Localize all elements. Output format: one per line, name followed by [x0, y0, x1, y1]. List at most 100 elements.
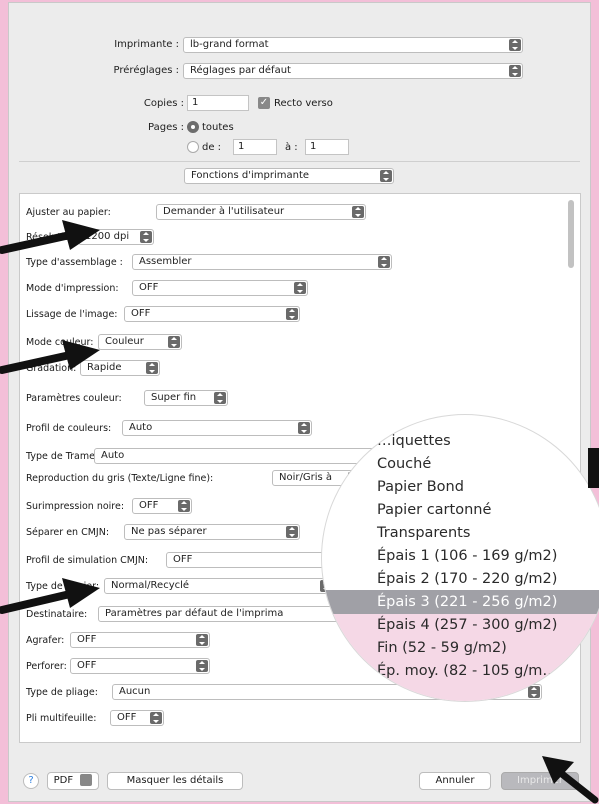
setting-value: Ne pas séparer [131, 526, 207, 537]
paper-type-menu-item[interactable]: Papier cartonné [377, 502, 491, 518]
paper-type-menu-item[interactable]: Papier Bond [377, 479, 464, 495]
duplex-checkbox[interactable]: ✓ [258, 97, 270, 109]
setting-value: Noir/Gris à [279, 472, 333, 483]
popup-stepper-icon [196, 660, 208, 672]
setting-popup[interactable]: OFF [70, 632, 210, 648]
setting-popup[interactable]: OFF [70, 658, 210, 674]
setting-popup[interactable]: Auto [94, 448, 384, 464]
copies-field[interactable]: 1 [187, 95, 249, 111]
setting-value: Assembler [139, 256, 192, 267]
setting-label: Type de pliage: [26, 687, 98, 698]
popup-stepper-icon [146, 362, 158, 374]
popup-stepper-icon [178, 500, 190, 512]
setting-popup[interactable]: Couleur [98, 334, 182, 350]
setting-label: Lissage de l'image: [26, 309, 118, 320]
setting-popup[interactable]: OFF [132, 498, 192, 514]
popup-stepper-icon [168, 336, 180, 348]
setting-label: Perforer: [26, 661, 67, 672]
setting-value: Demander à l'utilisateur [163, 206, 285, 217]
setting-value: OFF [77, 634, 97, 645]
setting-popup[interactable]: OFF [124, 306, 300, 322]
paper-type-menu-item[interactable]: Couché [377, 456, 431, 472]
setting-popup[interactable]: Auto [122, 420, 312, 436]
setting-value: OFF [173, 554, 193, 565]
setting-label: Paramètres couleur: [26, 393, 122, 404]
cancel-button[interactable]: Annuler [419, 772, 491, 790]
pages-label: Pages : [148, 122, 184, 133]
paper-type-menu-item[interactable]: Fin (52 - 59 g/m2) [377, 640, 507, 656]
popup-stepper-icon [214, 392, 226, 404]
pages-from-field[interactable]: 1 [233, 139, 277, 155]
paper-type-menu-item[interactable]: …iquettes [377, 433, 451, 449]
setting-label: Type de Trame: [26, 451, 99, 462]
pages-all-radio[interactable] [187, 121, 199, 133]
pages-range-radio[interactable] [187, 141, 199, 153]
setting-value: OFF [139, 282, 159, 293]
setting-label: Pli multifeuille: [26, 713, 97, 724]
pdf-dropdown-icon [80, 774, 93, 786]
section-popup-value: Fonctions d'imprimante [191, 170, 310, 181]
setting-value: Auto [129, 422, 153, 433]
setting-label: Ajuster au papier: [26, 207, 111, 218]
setting-popup[interactable]: Demander à l'utilisateur [156, 204, 366, 220]
setting-value: Aucun [119, 686, 151, 697]
popup-stepper-icon [378, 256, 390, 268]
arrow-pointer-icon [0, 340, 100, 374]
arrow-pointer-icon [0, 578, 100, 614]
setting-label: Reproduction du gris (Texte/Ligne fine): [26, 473, 214, 484]
popup-stepper-icon [298, 422, 310, 434]
popup-stepper-icon [294, 282, 306, 294]
setting-label: Profil de couleurs: [26, 423, 112, 434]
setting-value: OFF [131, 308, 151, 319]
paper-type-magnifier: …iquettes Couché Papier Bond Papier cartonn… [322, 415, 599, 701]
pages-from-label: de : [202, 142, 222, 153]
arrow-pointer-icon [542, 756, 599, 804]
setting-label: Agrafer: [26, 635, 65, 646]
paper-type-menu-item[interactable]: Ép. moy. (82 - 105 g/m… [377, 663, 557, 679]
duplex-label: Recto verso [274, 98, 333, 109]
popup-stepper-icon [140, 231, 152, 243]
section-popup[interactable]: Fonctions d'imprimante [184, 168, 394, 184]
pages-all-label: toutes [202, 122, 234, 133]
popup-stepper-icon [380, 170, 392, 182]
hide-details-button[interactable]: Masquer les détails [107, 772, 243, 790]
popup-stepper-icon [286, 308, 298, 320]
setting-popup[interactable]: Normal/Recyclé [104, 578, 334, 594]
paper-type-menu-item[interactable]: Épais 1 (106 - 169 g/m2) [377, 548, 557, 564]
setting-label: Séparer en CMJN: [26, 527, 110, 538]
scrollbar-thumb[interactable] [568, 200, 574, 268]
setting-value: OFF [139, 500, 159, 511]
setting-value: OFF [117, 712, 137, 723]
pages-to-field[interactable]: 1 [305, 139, 349, 155]
paper-type-menu-item[interactable]: Transparents [377, 525, 470, 541]
setting-popup[interactable]: Ne pas séparer [124, 524, 300, 540]
paper-type-menu-item[interactable]: Épais 3 (221 - 256 g/m2) [377, 594, 557, 610]
setting-value: Couleur [105, 336, 144, 347]
setting-label: Profil de simulation CMJN: [26, 555, 149, 566]
popup-stepper-icon [286, 526, 298, 538]
setting-popup[interactable]: Super fin [144, 390, 228, 406]
popup-stepper-icon [352, 206, 364, 218]
arrow-pointer-icon [0, 220, 100, 254]
popup-stepper-icon [150, 712, 162, 724]
help-icon[interactable]: ? [23, 773, 39, 789]
presets-popup[interactable]: Réglages par défaut [183, 63, 523, 79]
pages-to-value: 1 [310, 141, 317, 152]
divider [19, 161, 580, 162]
setting-popup[interactable]: OFF [132, 280, 308, 296]
setting-popup[interactable]: Assembler [132, 254, 392, 270]
setting-popup[interactable]: OFF [166, 552, 336, 568]
setting-popup[interactable]: OFF [110, 710, 164, 726]
printer-value: lb-grand format [190, 39, 269, 50]
paper-type-menu-item[interactable]: Épais 4 (257 - 300 g/m2) [377, 617, 557, 633]
printer-popup[interactable]: lb-grand format [183, 37, 523, 53]
pdf-button[interactable]: PDF [47, 772, 99, 790]
setting-value: Auto [101, 450, 125, 461]
setting-value: Normal/Recyclé [111, 580, 190, 591]
setting-value: OFF [77, 660, 97, 671]
pages-from-value: 1 [238, 141, 245, 152]
paper-type-menu-item[interactable]: Épais 2 (170 - 220 g/m2) [377, 571, 557, 587]
popup-stepper-icon [509, 65, 521, 77]
popup-stepper-icon [196, 634, 208, 646]
setting-value: Super fin [151, 392, 197, 403]
